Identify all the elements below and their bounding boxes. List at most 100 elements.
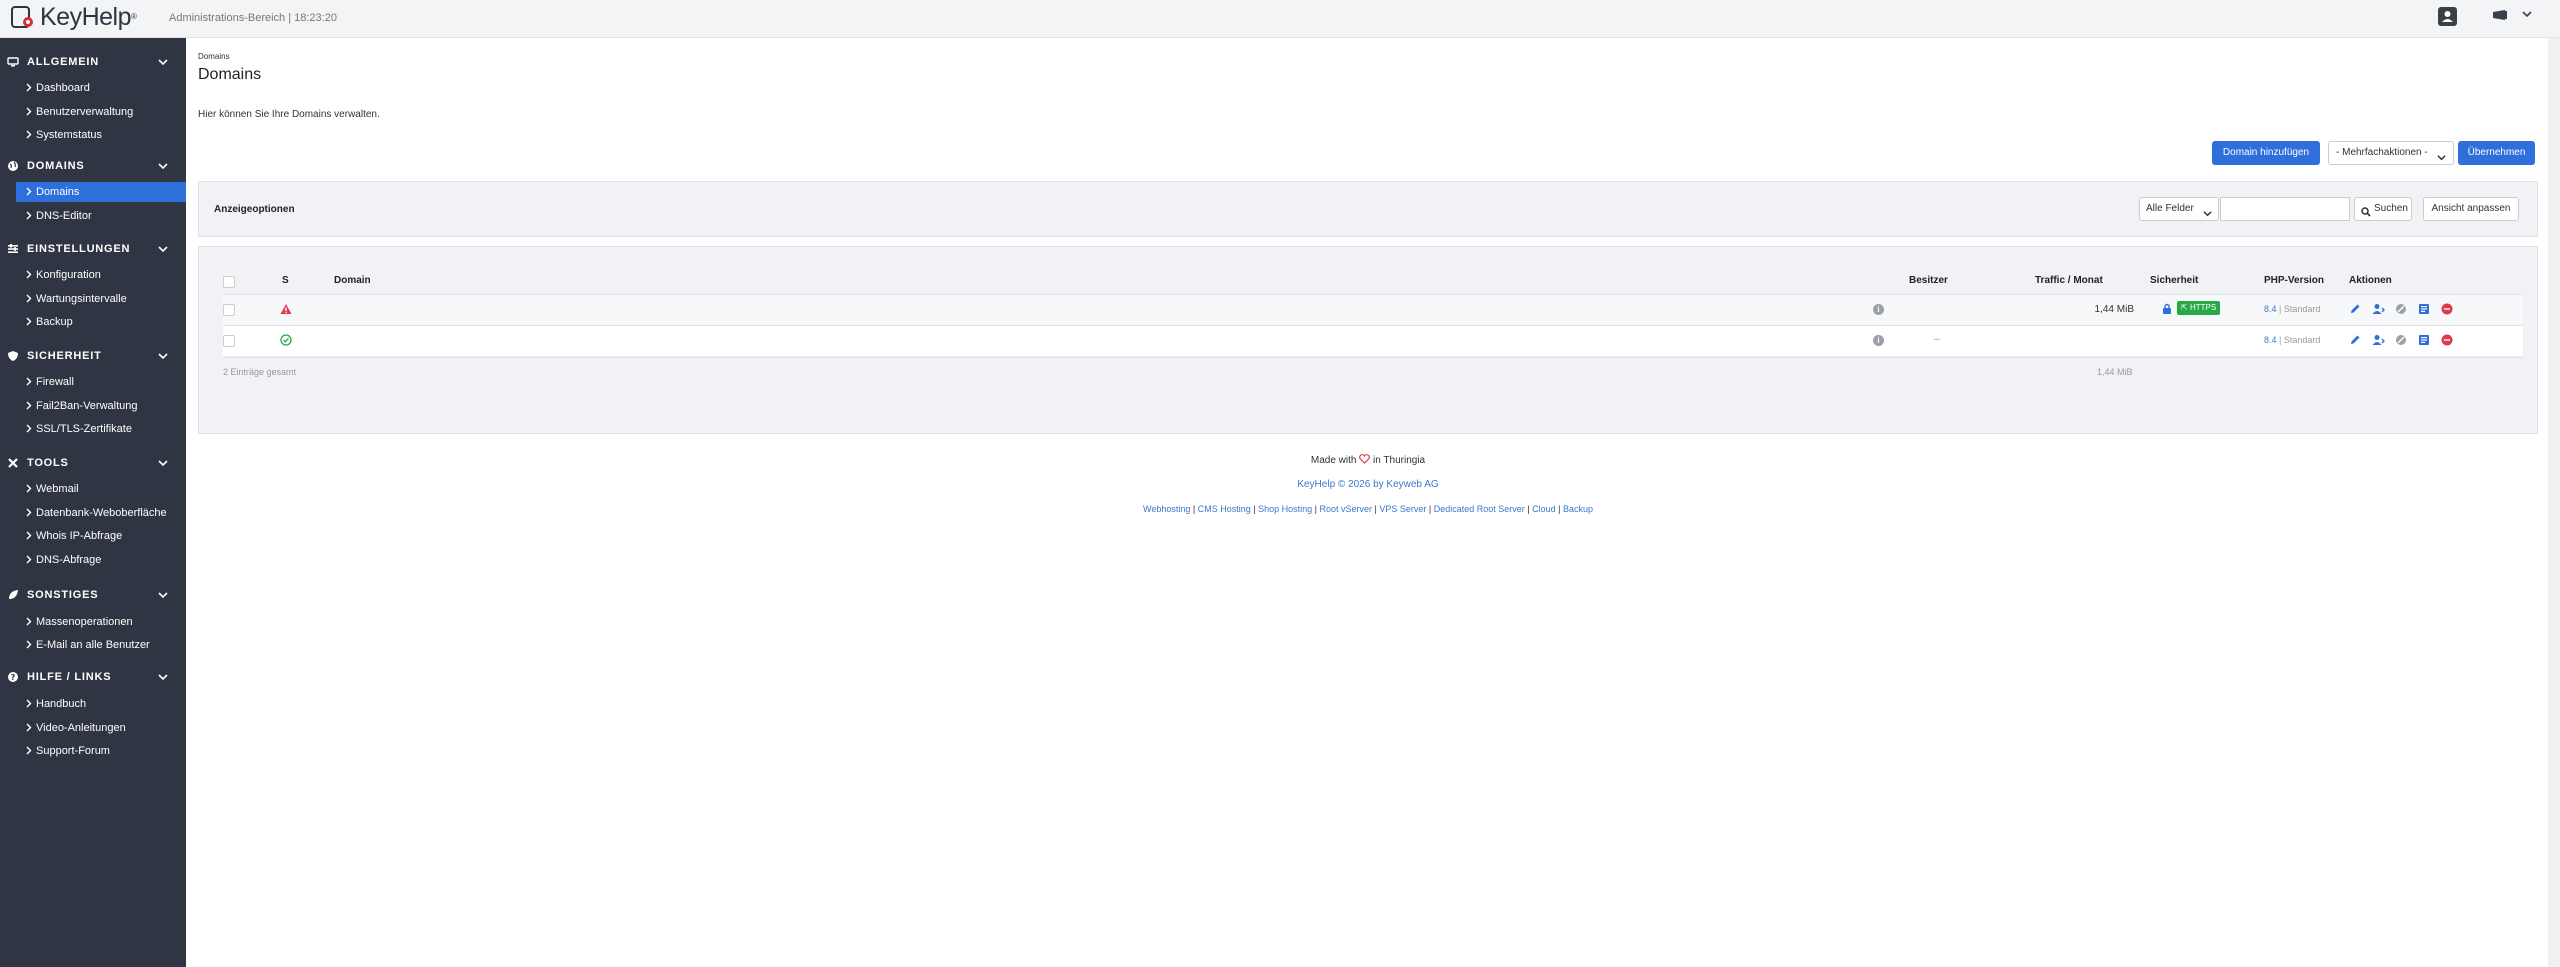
sidebar-item-domains[interactable]: Domains bbox=[16, 182, 186, 202]
footer-link[interactable]: Webhosting bbox=[1143, 504, 1190, 514]
chevron-right-icon bbox=[26, 746, 32, 758]
filter-field-select[interactable]: Alle Felder bbox=[2139, 197, 2219, 221]
user-switch-icon[interactable] bbox=[2372, 334, 2385, 346]
add-domain-button[interactable]: Domain hinzufügen bbox=[2212, 141, 2320, 165]
sidebar-item-email-alle[interactable]: E-Mail an alle Benutzer bbox=[16, 635, 186, 655]
footer-link[interactable]: Cloud bbox=[1532, 504, 1556, 514]
header-security: Sicherheit bbox=[2150, 275, 2199, 286]
sidebar-item-whois[interactable]: Whois IP-Abfrage bbox=[16, 526, 186, 546]
shield-icon bbox=[7, 350, 19, 362]
sidebar-section-title: HILFE / LINKS bbox=[27, 671, 112, 683]
check-circle-icon bbox=[280, 334, 292, 346]
sidebar-item-firewall[interactable]: Firewall bbox=[16, 372, 186, 392]
chevron-right-icon bbox=[26, 484, 32, 496]
disable-icon[interactable] bbox=[2395, 303, 2407, 315]
logs-icon[interactable] bbox=[2418, 334, 2430, 346]
chevron-right-icon bbox=[26, 130, 32, 142]
sidebar-section-tools[interactable]: TOOLS bbox=[0, 452, 186, 474]
breadcrumb[interactable]: Domains bbox=[198, 52, 230, 61]
chevron-right-icon bbox=[26, 424, 32, 436]
sidebar-section-title: EINSTELLUNGEN bbox=[27, 243, 131, 255]
footer-links: Webhosting | CMS Hosting | Shop Hosting … bbox=[1143, 504, 1593, 514]
sidebar-item-backup[interactable]: Backup bbox=[16, 312, 186, 332]
traffic-value: 1,44 MiB bbox=[2094, 304, 2134, 315]
header-php-version[interactable]: PHP-Version bbox=[2264, 275, 2324, 286]
header-domain[interactable]: Domain bbox=[334, 275, 371, 286]
chevron-right-icon bbox=[26, 294, 32, 306]
row-checkbox[interactable] bbox=[223, 335, 235, 347]
php-version-number: 8.4 bbox=[2264, 304, 2277, 314]
bulk-actions-select[interactable]: - Mehrfachaktionen - bbox=[2328, 141, 2454, 165]
sidebar-item-systemstatus[interactable]: Systemstatus bbox=[16, 125, 186, 145]
footer-link[interactable]: Dedicated Root Server bbox=[1434, 504, 1525, 514]
sidebar-section-allgemein[interactable]: ALLGEMEIN bbox=[0, 51, 186, 73]
sidebar-item-benutzerverwaltung[interactable]: Benutzerverwaltung bbox=[16, 102, 186, 122]
sidebar-item-wartungsintervalle[interactable]: Wartungsintervalle bbox=[16, 289, 186, 309]
sidebar-section-einstellungen[interactable]: EINSTELLUNGEN bbox=[0, 238, 186, 260]
search-input[interactable] bbox=[2220, 197, 2350, 221]
search-button[interactable]: Suchen bbox=[2354, 197, 2412, 221]
header-actions: Aktionen bbox=[2349, 275, 2392, 286]
sidebar-item-dns-abfrage[interactable]: DNS-Abfrage bbox=[16, 550, 186, 570]
sidebar-item-label: Backup bbox=[36, 316, 73, 328]
scrollbar[interactable] bbox=[2548, 38, 2560, 967]
notification-flag-icon[interactable] bbox=[2492, 9, 2508, 26]
chevron-down-icon[interactable] bbox=[2522, 9, 2532, 22]
header-status[interactable]: S bbox=[282, 275, 289, 286]
sidebar-section-sonstiges[interactable]: SONSTIGES bbox=[0, 584, 186, 606]
footer-link[interactable]: Shop Hosting bbox=[1258, 504, 1312, 514]
chevron-right-icon bbox=[26, 211, 32, 223]
footer-link[interactable]: Root vServer bbox=[1319, 504, 1372, 514]
logs-icon[interactable] bbox=[2418, 303, 2430, 315]
disable-icon[interactable] bbox=[2395, 334, 2407, 346]
filter-field-value: Alle Felder bbox=[2146, 203, 2194, 214]
chevron-down-icon bbox=[158, 161, 168, 174]
footer-made-with: Made with in Thuringia bbox=[198, 454, 2538, 467]
sidebar-section-title: SONSTIGES bbox=[27, 589, 99, 601]
apply-button[interactable]: Übernehmen bbox=[2458, 141, 2535, 165]
traffic-total: 1,44 MiB bbox=[2097, 367, 2133, 377]
php-version[interactable]: 8.4 | Standard bbox=[2264, 304, 2320, 314]
header-owner[interactable]: Besitzer bbox=[1909, 275, 1948, 286]
sidebar-item-handbuch[interactable]: Handbuch bbox=[16, 694, 186, 714]
sidebar-item-ssl-tls[interactable]: SSL/TLS-Zertifikate bbox=[16, 419, 186, 439]
footer-link[interactable]: Backup bbox=[1563, 504, 1593, 514]
php-version[interactable]: 8.4 | Standard bbox=[2264, 335, 2320, 345]
sidebar-item-label: Domains bbox=[36, 186, 80, 198]
sidebar-item-label: Konfiguration bbox=[36, 269, 101, 281]
footer-link[interactable]: CMS Hosting bbox=[1198, 504, 1251, 514]
info-icon[interactable]: i bbox=[1873, 335, 1884, 346]
user-menu-icon[interactable] bbox=[2438, 7, 2457, 26]
sidebar-section-domains[interactable]: DOMAINS bbox=[0, 155, 186, 177]
sidebar-section-sicherheit[interactable]: SICHERHEIT bbox=[0, 345, 186, 367]
footer-copyright[interactable]: KeyHelp © 2026 by Keyweb AG bbox=[198, 479, 2538, 490]
sidebar-section-title: DOMAINS bbox=[27, 160, 85, 172]
customize-view-button[interactable]: Ansicht anpassen bbox=[2423, 197, 2519, 221]
svg-text:?: ? bbox=[11, 673, 16, 682]
delete-icon[interactable] bbox=[2441, 334, 2453, 346]
footer-link[interactable]: VPS Server bbox=[1379, 504, 1426, 514]
sidebar-item-fail2ban[interactable]: Fail2Ban-Verwaltung bbox=[16, 396, 186, 416]
info-icon[interactable]: i bbox=[1873, 304, 1884, 315]
keyhelp-logo[interactable]: KeyHelp® bbox=[10, 4, 137, 30]
sidebar-item-dns-editor[interactable]: DNS-Editor bbox=[16, 206, 186, 226]
sidebar-item-support-forum[interactable]: Support-Forum bbox=[16, 741, 186, 761]
edit-icon[interactable] bbox=[2349, 334, 2361, 346]
owner-value: – bbox=[1934, 334, 1940, 345]
row-checkbox[interactable] bbox=[223, 304, 235, 316]
php-mode: Standard bbox=[2283, 304, 2321, 314]
sidebar-item-dashboard[interactable]: Dashboard bbox=[16, 78, 186, 98]
sidebar-item-webmail[interactable]: Webmail bbox=[16, 479, 186, 499]
sidebar-item-video-anleitungen[interactable]: Video-Anleitungen bbox=[16, 718, 186, 738]
edit-icon[interactable] bbox=[2349, 303, 2361, 315]
sidebar-item-konfiguration[interactable]: Konfiguration bbox=[16, 265, 186, 285]
delete-icon[interactable] bbox=[2441, 303, 2453, 315]
sidebar-item-datenbank[interactable]: Datenbank-Weboberfläche bbox=[16, 503, 186, 523]
sidebar-section-hilfe[interactable]: ? HILFE / LINKS bbox=[0, 666, 186, 688]
https-badge[interactable]: ⇱ HTTPS bbox=[2177, 301, 2221, 315]
select-all-checkbox[interactable] bbox=[223, 276, 235, 288]
header-traffic[interactable]: Traffic / Monat bbox=[2035, 275, 2103, 286]
user-switch-icon[interactable] bbox=[2372, 303, 2385, 315]
sidebar-item-label: SSL/TLS-Zertifikate bbox=[36, 423, 132, 435]
sidebar-item-massenoperationen[interactable]: Massenoperationen bbox=[16, 612, 186, 632]
